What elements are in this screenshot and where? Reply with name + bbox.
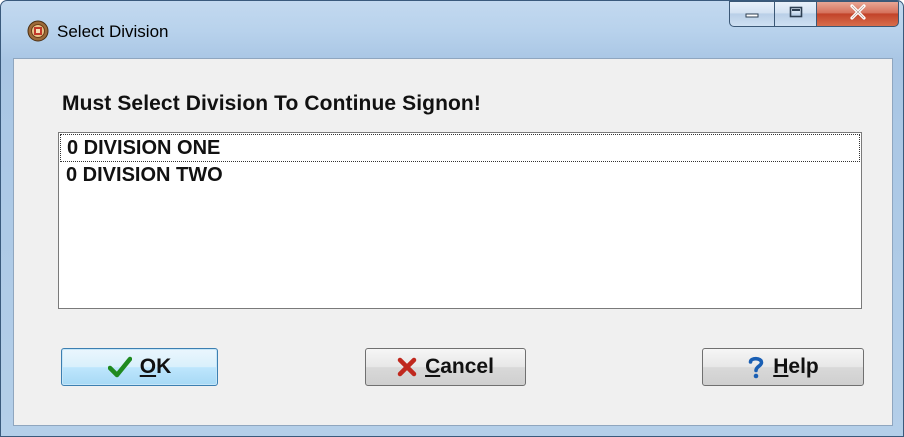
dialog-body: Must Select Division To Continue Signon!… (13, 58, 893, 426)
ok-button[interactable]: OK (61, 348, 218, 386)
maximize-icon (788, 5, 804, 24)
close-button[interactable] (817, 1, 899, 27)
division-option-one[interactable]: 0 DIVISION ONE (60, 134, 860, 162)
select-division-window: Select Division Must Select Division To … (0, 0, 904, 437)
checkmark-icon (107, 356, 132, 378)
title-bar[interactable]: Select Division (1, 1, 903, 59)
division-option-two[interactable]: 0 DIVISION TWO (60, 162, 860, 190)
ok-label: OK (139, 355, 172, 378)
window-title: Select Division (57, 22, 169, 41)
minimize-icon (744, 5, 760, 23)
app-icon (27, 20, 49, 42)
close-icon (849, 3, 867, 25)
help-button[interactable]: Help (702, 348, 864, 386)
cancel-button[interactable]: Cancel (365, 348, 526, 386)
help-label: Help (773, 355, 819, 378)
question-icon (747, 355, 765, 379)
division-listbox[interactable]: 0 DIVISION ONE 0 DIVISION TWO (58, 132, 862, 309)
caption-buttons (729, 1, 899, 28)
instruction-label: Must Select Division To Continue Signon! (62, 92, 481, 115)
cancel-label: Cancel (425, 355, 494, 378)
maximize-button[interactable] (775, 1, 817, 27)
minimize-button[interactable] (729, 1, 775, 27)
x-mark-icon (397, 357, 417, 377)
